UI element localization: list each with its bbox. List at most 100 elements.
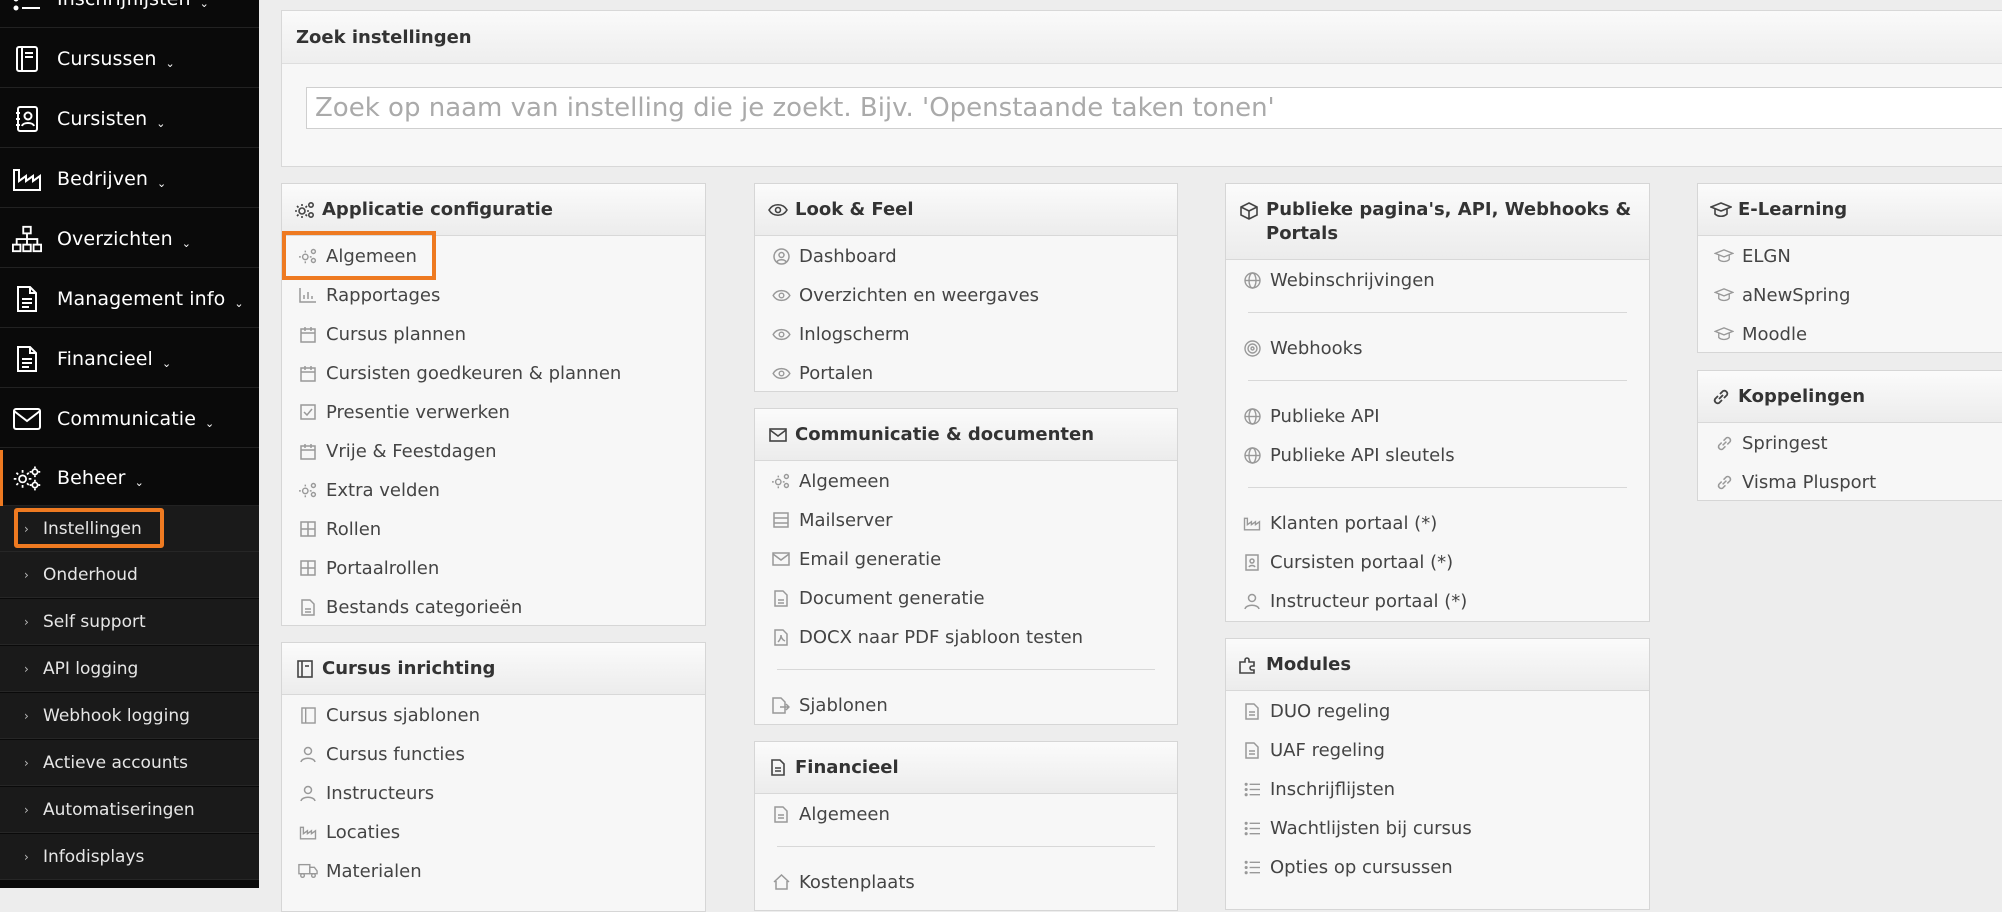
divider bbox=[1248, 487, 1627, 488]
file-pdf-icon bbox=[771, 627, 791, 647]
settings-link-inschrijflijsten[interactable]: Inschrijflijsten bbox=[1242, 774, 1395, 804]
settings-link-email-generatie[interactable]: Email generatie bbox=[771, 544, 941, 574]
settings-link-cursisten-portaal[interactable]: Cursisten portaal (*) bbox=[1242, 547, 1453, 577]
sidebar-subitem-label: Automatiseringen bbox=[43, 799, 195, 820]
panel-title: Financieel bbox=[795, 757, 899, 778]
settings-link-presentie-verwerken[interactable]: Presentie verwerken bbox=[298, 397, 510, 427]
settings-link-rollen[interactable]: Rollen bbox=[298, 514, 381, 544]
settings-link-mailserver[interactable]: Mailserver bbox=[771, 505, 893, 535]
sidebar-item-financieel[interactable]: Financieel ⌄ bbox=[0, 330, 259, 388]
divider bbox=[777, 669, 1155, 670]
panel-title: E-Learning bbox=[1738, 199, 1848, 220]
settings-link-klanten-portaal[interactable]: Klanten portaal (*) bbox=[1242, 508, 1437, 538]
settings-link-sjablonen[interactable]: Sjablonen bbox=[771, 690, 888, 720]
chevron-down-icon: ⌄ bbox=[165, 56, 175, 70]
settings-link-publieke-api-sleutels[interactable]: Publieke API sleutels bbox=[1242, 440, 1455, 470]
globe-icon bbox=[1242, 406, 1262, 426]
settings-link-instructeurs[interactable]: Instructeurs bbox=[298, 778, 434, 808]
contact-card-icon bbox=[1242, 552, 1262, 572]
settings-link-vrije-feestdagen[interactable]: Vrije & Feestdagen bbox=[298, 436, 497, 466]
settings-link-elgn[interactable]: ELGN bbox=[1714, 241, 1791, 271]
settings-link-cursus-plannen[interactable]: Cursus plannen bbox=[298, 319, 466, 349]
settings-link-moodle[interactable]: Moodle bbox=[1714, 319, 1807, 349]
panel-title: Communicatie & documenten bbox=[795, 424, 1095, 445]
factory-icon bbox=[1242, 513, 1262, 533]
globe-icon bbox=[1242, 270, 1262, 290]
settings-link-financieel-algemeen[interactable]: Algemeen bbox=[771, 799, 890, 829]
settings-link-extra-velden[interactable]: Extra velden bbox=[298, 475, 440, 505]
settings-link-portalen[interactable]: Portalen bbox=[771, 358, 873, 388]
sidebar-item-cursussen[interactable]: Cursussen ⌄ bbox=[0, 30, 259, 88]
settings-link-communicatie-algemeen[interactable]: Algemeen bbox=[771, 466, 890, 496]
panel-title: Koppelingen bbox=[1738, 386, 1866, 407]
bar-chart-icon bbox=[298, 285, 318, 305]
settings-link-duo-regeling[interactable]: DUO regeling bbox=[1242, 696, 1390, 726]
sidebar-subitem-webhook-logging[interactable]: › Webhook logging bbox=[0, 693, 259, 739]
divider bbox=[1248, 312, 1627, 313]
settings-link-bestands-categorieen[interactable]: Bestands categorieën bbox=[298, 592, 522, 622]
calendar-icon bbox=[298, 363, 318, 383]
settings-link-webinschrijvingen[interactable]: Webinschrijvingen bbox=[1242, 265, 1435, 295]
contact-card-icon bbox=[12, 104, 42, 134]
chevron-down-icon: ⌄ bbox=[181, 236, 192, 250]
globe-icon bbox=[1242, 445, 1262, 465]
settings-link-kostenplaats[interactable]: Kostenplaats bbox=[771, 867, 915, 897]
settings-link-publieke-api[interactable]: Publieke API bbox=[1242, 401, 1380, 431]
panel-header: Look & Feel bbox=[755, 184, 1177, 236]
settings-link-docx-pdf-testen[interactable]: DOCX naar PDF sjabloon testen bbox=[771, 622, 1083, 652]
graduation-cap-icon bbox=[1714, 246, 1734, 266]
settings-link-locaties[interactable]: Locaties bbox=[298, 817, 400, 847]
settings-link-visma-plusport[interactable]: Visma Plusport bbox=[1714, 467, 1876, 497]
sidebar-item-bedrijven[interactable]: Bedrijven ⌄ bbox=[0, 150, 259, 208]
panel-publieke-paginas: Publieke pagina's, API, Webhooks & Porta… bbox=[1225, 183, 1650, 622]
panel-look-feel: Look & Feel Dashboard Overzichten en wee… bbox=[754, 183, 1178, 392]
sidebar-subitem-self-support[interactable]: › Self support bbox=[0, 599, 259, 645]
settings-link-cursisten-goedkeuren[interactable]: Cursisten goedkeuren & plannen bbox=[298, 358, 621, 388]
file-export-icon bbox=[771, 695, 791, 715]
list-icon bbox=[12, 0, 42, 14]
user-icon bbox=[298, 783, 318, 803]
sidebar-subitem-infodisplays[interactable]: › Infodisplays bbox=[0, 834, 259, 880]
settings-link-portaalrollen[interactable]: Portaalrollen bbox=[298, 553, 439, 583]
sidebar-item-overzichten[interactable]: Overzichten ⌄ bbox=[0, 210, 259, 268]
factory-icon bbox=[12, 164, 42, 194]
sidebar-subitem-actieve-accounts[interactable]: › Actieve accounts bbox=[0, 740, 259, 786]
settings-link-dashboard[interactable]: Dashboard bbox=[771, 241, 897, 271]
panel-title: Cursus inrichting bbox=[322, 658, 496, 679]
chevron-down-icon: ⌄ bbox=[161, 356, 172, 370]
document-icon bbox=[1242, 701, 1262, 721]
sidebar-item-communicatie[interactable]: Communicatie ⌄ bbox=[0, 390, 259, 448]
chevron-right-icon: › bbox=[24, 755, 29, 770]
panel-header: Publieke pagina's, API, Webhooks & Porta… bbox=[1226, 184, 1649, 260]
eye-icon bbox=[767, 199, 789, 221]
sidebar-subitem-onderhoud[interactable]: › Onderhoud bbox=[0, 552, 259, 598]
settings-link-anewspring[interactable]: aNewSpring bbox=[1714, 280, 1850, 310]
sidebar-item-beheer[interactable]: Beheer ⌄ bbox=[0, 450, 259, 506]
settings-link-webhooks[interactable]: Webhooks bbox=[1242, 333, 1362, 363]
sidebar-item-management-info[interactable]: Management info ⌄ bbox=[0, 270, 259, 328]
settings-link-document-generatie[interactable]: Document generatie bbox=[771, 583, 985, 613]
settings-link-materialen[interactable]: Materialen bbox=[298, 856, 422, 886]
file-icon bbox=[771, 588, 791, 608]
sidebar-subitem-automatiseringen[interactable]: › Automatiseringen bbox=[0, 787, 259, 833]
chevron-right-icon: › bbox=[24, 849, 29, 864]
settings-link-springest[interactable]: Springest bbox=[1714, 428, 1828, 458]
settings-link-rapportages[interactable]: Rapportages bbox=[298, 280, 440, 310]
settings-link-cursus-sjablonen[interactable]: Cursus sjablonen bbox=[298, 700, 480, 730]
sidebar-subitem-label: Actieve accounts bbox=[43, 752, 189, 773]
search-input[interactable] bbox=[306, 87, 2002, 129]
user-icon bbox=[1242, 591, 1262, 611]
settings-link-instructeur-portaal[interactable]: Instructeur portaal (*) bbox=[1242, 586, 1467, 616]
sidebar-item-inschrijflijsten[interactable]: Inschrijflijsten ⌄ bbox=[0, 0, 259, 28]
settings-link-overzichten-weergaves[interactable]: Overzichten en weergaves bbox=[771, 280, 1039, 310]
settings-link-wachtlijsten[interactable]: Wachtlijsten bij cursus bbox=[1242, 813, 1472, 843]
panel-title: Publieke pagina's, API, Webhooks & Porta… bbox=[1266, 199, 1632, 244]
settings-link-inlogscherm[interactable]: Inlogscherm bbox=[771, 319, 910, 349]
settings-link-opties-op-cursussen[interactable]: Opties op cursussen bbox=[1242, 852, 1453, 882]
gears-icon bbox=[294, 199, 316, 221]
sidebar-subitem-api-logging[interactable]: › API logging bbox=[0, 646, 259, 692]
settings-link-uaf-regeling[interactable]: UAF regeling bbox=[1242, 735, 1385, 765]
settings-link-cursus-functies[interactable]: Cursus functies bbox=[298, 739, 465, 769]
sidebar-item-label: Overzichten bbox=[57, 227, 173, 250]
sidebar-item-cursisten[interactable]: Cursisten ⌄ bbox=[0, 90, 259, 148]
